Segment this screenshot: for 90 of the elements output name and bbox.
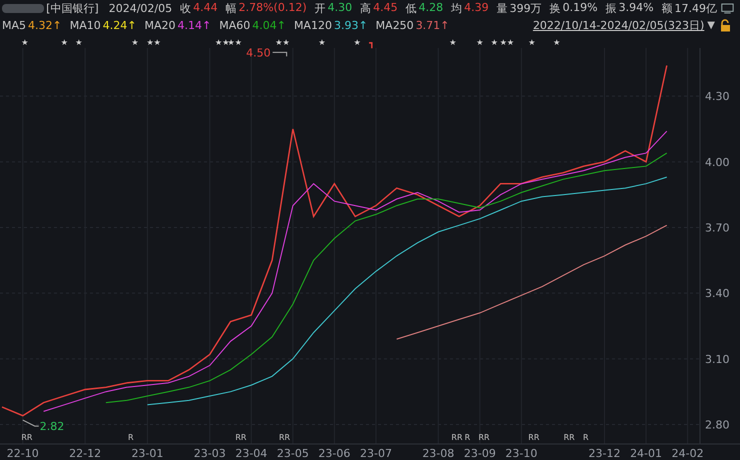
annotation: 2.82: [40, 420, 64, 434]
ma-value: 4.04↑: [252, 19, 286, 32]
padlock-icon[interactable]: [719, 19, 732, 32]
star-marker: ★★: [275, 38, 290, 47]
star-marker: ★: [490, 38, 498, 47]
date-range-link[interactable]: 2022/10/14-2024/02/05(323日): [532, 18, 704, 33]
star-marker: ★: [131, 38, 139, 47]
ma-value: 4.32↑: [28, 19, 62, 32]
ma-label: MA20: [144, 19, 176, 32]
y-tick-label: 3.10: [705, 352, 730, 366]
ma-label: MA5: [2, 19, 26, 32]
field-label: 低: [406, 1, 417, 16]
field-value: 4.30: [328, 1, 352, 16]
field-label: 均: [451, 1, 462, 16]
star-marker: ★: [354, 38, 361, 47]
event-marker: RR: [564, 433, 575, 442]
field-label: 额: [662, 1, 673, 16]
y-tick-label: 4.30: [705, 90, 730, 104]
field-label: 振: [606, 1, 617, 16]
event-marker: RR: [21, 433, 32, 442]
field-label: 开: [314, 1, 326, 16]
star-marker: ★: [476, 38, 484, 47]
event-marker: R: [583, 433, 589, 442]
x-tick-label: 23-03: [194, 447, 226, 460]
field-value: 4.45: [373, 1, 398, 16]
x-tick-label: 23-01: [131, 447, 164, 460]
annotation: 4.50: [246, 46, 271, 60]
star-marker: ★: [60, 38, 68, 47]
field-label: 收: [180, 1, 192, 16]
low-price-label: 2.82: [22, 420, 64, 434]
y-tick-label: 3.70: [705, 222, 730, 234]
field-value: 0.19%: [562, 1, 598, 16]
x-tick-label: 23-04: [235, 447, 268, 460]
star-marker: ★: [318, 38, 326, 47]
event-marker: RR: [279, 433, 290, 442]
x-tick-label: 23-06: [318, 447, 350, 460]
star-marker: ★: [21, 38, 28, 47]
flag-marker: ┓: [369, 39, 375, 49]
ma-value: 4.24↑: [102, 19, 136, 32]
stock-name: [中国银行]: [46, 1, 99, 16]
monitor-icon[interactable]: [721, 2, 734, 15]
ma-label: MA10: [70, 19, 101, 32]
star-marker: ★: [75, 38, 82, 47]
field-label: 量: [496, 1, 508, 16]
blurred-code-block: [2, 4, 44, 13]
x-tick-label: 24-01: [630, 447, 662, 460]
event-marker: RR: [528, 433, 540, 442]
field-value: 399万: [510, 1, 542, 16]
y-tick-label: 2.80: [705, 418, 730, 432]
star-marker: ★: [528, 38, 536, 47]
x-tick-label: 22-10: [6, 447, 39, 460]
ma-value: 3.93↑: [334, 19, 368, 32]
ma-value: 4.14↑: [177, 19, 212, 32]
star-marker: ★★: [146, 38, 161, 47]
caret-icon[interactable]: ▼: [707, 20, 715, 31]
event-marker: R: [128, 433, 134, 442]
event-marker: RR: [451, 433, 463, 442]
field-value: 3.94%: [618, 1, 654, 16]
star-marker: ★★: [215, 38, 230, 47]
x-tick-label: 23-10: [505, 447, 538, 460]
x-tick-label: 23-08: [422, 447, 454, 460]
star-marker: ★★: [500, 38, 514, 47]
field-value: 2.78%(0.12): [238, 1, 307, 16]
star-marker: ★★: [228, 38, 242, 47]
ma-value: 3.71↑: [416, 19, 450, 32]
ma-label: MA60: [219, 19, 250, 32]
event-marker: RR: [235, 433, 246, 442]
field-label: 换: [550, 1, 561, 16]
field-value: 4.44: [193, 1, 218, 16]
y-tick-label: 4.00: [705, 156, 730, 169]
x-tick-label: 23-05: [276, 447, 309, 460]
field-value: 17.49亿: [674, 1, 718, 16]
star-marker: ★: [553, 38, 560, 47]
x-tick-label: 23-12: [588, 447, 620, 460]
field-label: 幅: [226, 1, 237, 16]
x-tick-label: 22-12: [69, 447, 102, 460]
event-marker: RR: [478, 433, 490, 442]
x-tick-label: 24-02: [672, 447, 704, 460]
ma-label: MA250: [376, 19, 414, 32]
event-marker: R: [464, 433, 470, 442]
x-tick-label: 23-07: [360, 447, 392, 460]
star-marker: ★: [449, 38, 456, 47]
quote-date: 2024/02/05: [108, 2, 172, 15]
field-label: 高: [360, 1, 372, 16]
x-tick-label: 23-09: [464, 447, 496, 460]
ma-label: MA120: [294, 19, 332, 32]
field-value: 4.28: [418, 1, 444, 16]
high-price-label: 4.50: [246, 46, 288, 60]
y-tick-label: 3.40: [705, 287, 730, 300]
field-value: 4.39: [464, 1, 489, 16]
